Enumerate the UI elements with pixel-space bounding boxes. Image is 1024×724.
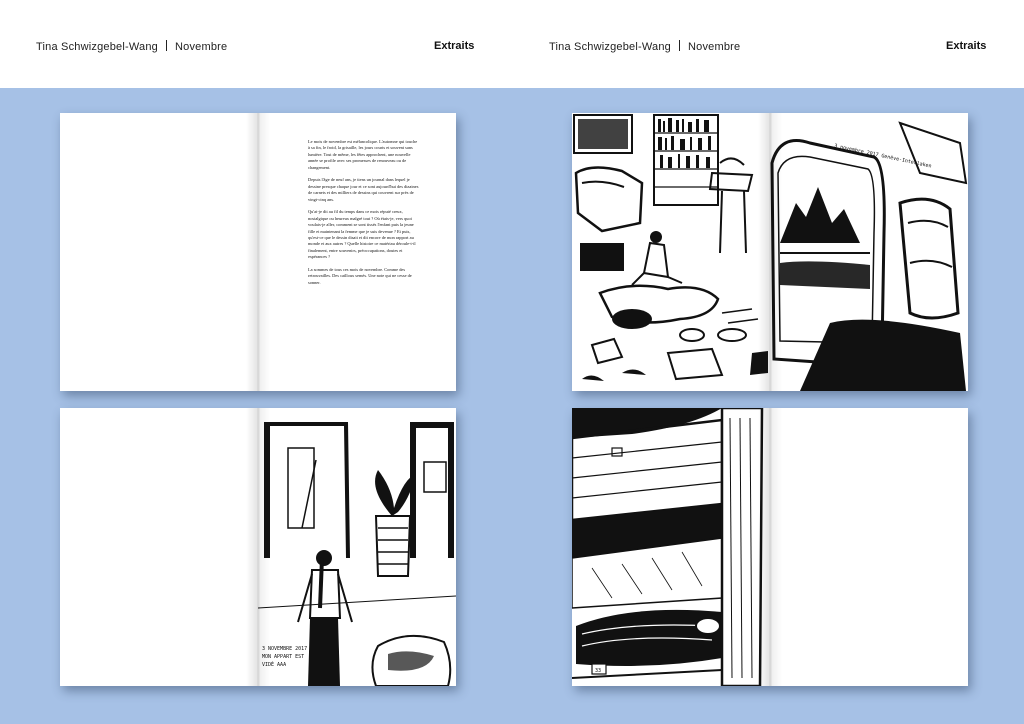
book-spread-room-train: 3 novembre 2017 Genève-Interlaken (572, 113, 968, 391)
header-separator (166, 40, 167, 51)
blank-page (770, 408, 968, 686)
section-label: Extraits (434, 40, 475, 52)
paragraph: La sommes de tous ces mois de novembre. … (308, 267, 412, 285)
book-title: Novembre (688, 41, 741, 53)
handwritten-caption-line: MON APPART EST (262, 654, 304, 660)
handwritten-caption-line: VIDÉ AAA (262, 660, 286, 668)
train-illustration-page: 3 novembre 2017 Genève-Interlaken (770, 113, 968, 391)
room-drawing (572, 113, 770, 391)
blank-page (60, 408, 258, 686)
book-title: Novembre (175, 41, 228, 53)
train-drawing: 3 novembre 2017 Genève-Interlaken (770, 113, 968, 391)
book-spread-bunk: 33 (572, 408, 968, 686)
right-page-header: Tina Schwizgebel-Wang Novembre (549, 40, 740, 53)
section-label: Extraits (946, 40, 987, 52)
girl-illustration-page: 3 NOVEMBRE 2017 MON APPART EST VIDÉ AAA (258, 408, 456, 686)
left-page-header: Tina Schwizgebel-Wang Novembre (36, 40, 227, 53)
room-illustration-page (572, 113, 770, 391)
book-spread-girl: 3 NOVEMBRE 2017 MON APPART EST VIDÉ AAA (60, 408, 456, 686)
handwritten-page-number: 33 (595, 668, 601, 674)
author-name: Tina Schwizgebel-Wang (549, 41, 671, 53)
author-name: Tina Schwizgebel-Wang (36, 41, 158, 53)
handwritten-caption-line: 3 NOVEMBRE 2017 (262, 646, 307, 652)
text-page: Le mois de novembre est mélancolique. L'… (258, 113, 456, 391)
header-separator (679, 40, 680, 51)
book-spread-text: Le mois de novembre est mélancolique. L'… (60, 113, 456, 391)
girl-drawing: 3 NOVEMBRE 2017 MON APPART EST VIDÉ AAA (258, 408, 456, 686)
bunk-drawing: 33 (572, 408, 770, 686)
paragraph: Le mois de novembre est mélancolique. L'… (308, 139, 418, 170)
paragraph: Qu'ai-je dit au fil du temps dans ce moi… (308, 209, 416, 260)
paragraph: Depuis l'âge de neuf ans, je tiens un jo… (308, 177, 419, 202)
bunk-illustration-page: 33 (572, 408, 770, 686)
header: Tina Schwizgebel-Wang Novembre Extraits T… (0, 0, 1024, 88)
intro-text: Le mois de novembre est mélancolique. L'… (308, 139, 420, 293)
blank-page (60, 113, 258, 391)
